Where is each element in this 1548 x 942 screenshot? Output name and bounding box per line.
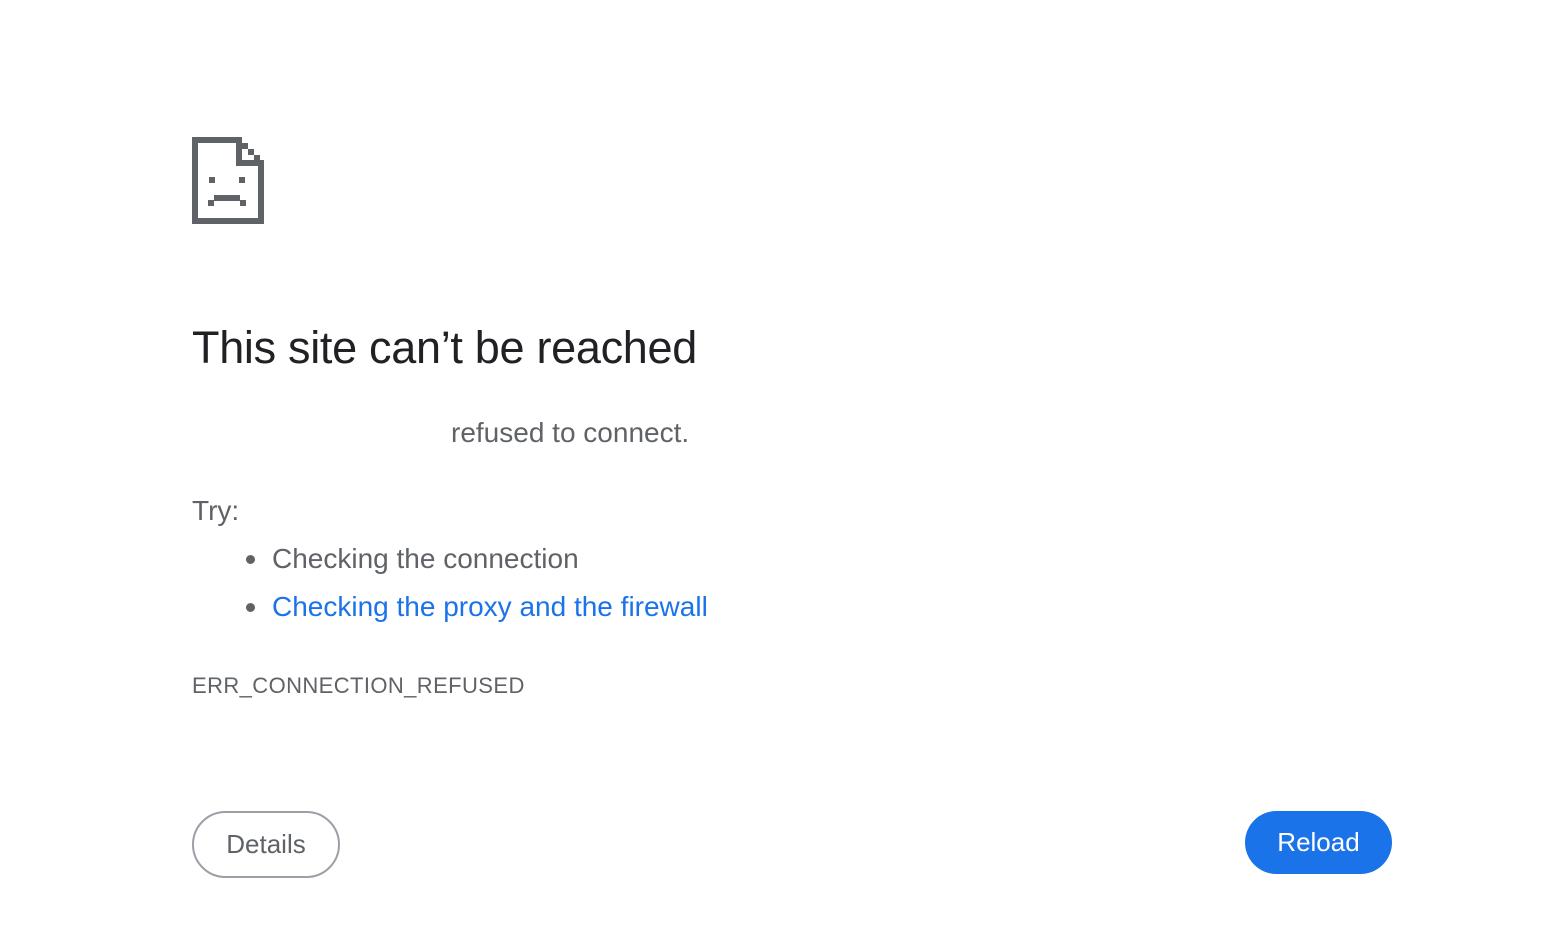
suggestions-list: Checking the connection Checking the pro… [192, 540, 708, 636]
sad-page-icon [192, 137, 264, 224]
reload-button[interactable]: Reload [1245, 811, 1392, 874]
try-label: Try: [192, 495, 240, 526]
page-title: This site can’t be reached [192, 322, 697, 373]
proxy-firewall-link[interactable]: Checking the proxy and the firewall [272, 591, 708, 622]
suggestion-check-proxy-firewall: Checking the proxy and the firewall [192, 588, 708, 636]
error-code: ERR_CONNECTION_REFUSED [192, 673, 525, 698]
bullet-icon [246, 603, 255, 612]
error-summary: refused to connect. [451, 417, 690, 448]
details-button[interactable]: Details [192, 811, 340, 878]
bullet-icon [246, 555, 255, 564]
suggestion-check-connection: Checking the connection [192, 540, 708, 588]
error-page: This site can’t be reached refused to co… [0, 0, 1548, 942]
suggestion-text: Checking the connection [272, 543, 579, 574]
